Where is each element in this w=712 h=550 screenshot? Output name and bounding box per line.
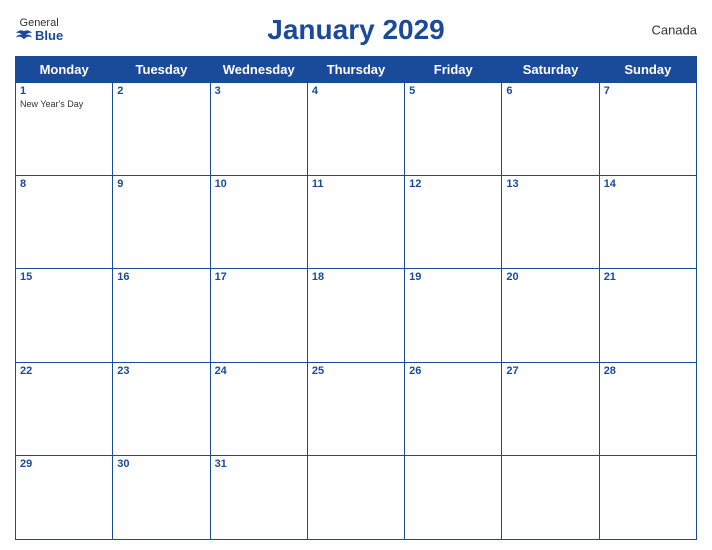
calendar-cell-23: 23	[113, 362, 210, 455]
calendar-cell-3: 3	[210, 83, 307, 176]
day-number: 6	[506, 85, 594, 97]
calendar-cell-22: 22	[16, 362, 113, 455]
day-number: 16	[117, 271, 205, 283]
page-header: General Blue January 2029 Canada	[15, 10, 697, 50]
calendar-cell-34	[502, 455, 599, 539]
logo-bird-icon	[15, 29, 33, 43]
calendar-cell-6: 6	[502, 83, 599, 176]
day-number: 27	[506, 365, 594, 377]
week-row-5: 29 30 31	[16, 455, 697, 539]
weekday-header-row: MondayTuesdayWednesdayThursdayFridaySatu…	[16, 57, 697, 83]
day-number: 18	[312, 271, 400, 283]
day-number: 13	[506, 178, 594, 190]
calendar-cell-33	[405, 455, 502, 539]
week-row-4: 22 23 24 25 26 27 28	[16, 362, 697, 455]
logo-blue-text: Blue	[15, 29, 63, 43]
day-number: 15	[20, 271, 108, 283]
calendar-cell-25: 25	[307, 362, 404, 455]
calendar-cell-20: 20	[502, 269, 599, 362]
week-row-1: 1 New Year's Day 234567	[16, 83, 697, 176]
calendar-cell-18: 18	[307, 269, 404, 362]
calendar-cell-24: 24	[210, 362, 307, 455]
calendar-page: General Blue January 2029 Canada MondayT…	[0, 0, 712, 550]
day-number: 30	[117, 458, 205, 470]
day-number: 22	[20, 365, 108, 377]
calendar-cell-17: 17	[210, 269, 307, 362]
day-number: 29	[20, 458, 108, 470]
calendar-cell-10: 10	[210, 176, 307, 269]
day-number: 11	[312, 178, 400, 190]
calendar-cell-15: 15	[16, 269, 113, 362]
day-number: 26	[409, 365, 497, 377]
holiday-label: New Year's Day	[20, 99, 108, 110]
day-number: 5	[409, 85, 497, 97]
weekday-header-tuesday: Tuesday	[113, 57, 210, 83]
calendar-cell-8: 8	[16, 176, 113, 269]
day-number: 28	[604, 365, 692, 377]
calendar-cell-30: 30	[113, 455, 210, 539]
week-row-2: 89 10 11 12 13 14	[16, 176, 697, 269]
day-number: 10	[215, 178, 303, 190]
weekday-header-sunday: Sunday	[599, 57, 696, 83]
calendar-cell-9: 9	[113, 176, 210, 269]
weekday-header-friday: Friday	[405, 57, 502, 83]
calendar-cell-26: 26	[405, 362, 502, 455]
calendar-table: MondayTuesdayWednesdayThursdayFridaySatu…	[15, 56, 697, 540]
day-number: 14	[604, 178, 692, 190]
day-number: 1	[20, 85, 108, 97]
calendar-cell-13: 13	[502, 176, 599, 269]
calendar-cell-35	[599, 455, 696, 539]
generalblue-logo: General Blue	[15, 17, 63, 43]
day-number: 19	[409, 271, 497, 283]
calendar-cell-31: 31	[210, 455, 307, 539]
day-number: 31	[215, 458, 303, 470]
calendar-cell-21: 21	[599, 269, 696, 362]
country-label: Canada	[651, 23, 697, 38]
week-row-3: 15 16 17 18 19 20 21	[16, 269, 697, 362]
calendar-cell-2: 2	[113, 83, 210, 176]
calendar-cell-12: 12	[405, 176, 502, 269]
weekday-header-saturday: Saturday	[502, 57, 599, 83]
weekday-header-thursday: Thursday	[307, 57, 404, 83]
day-number: 17	[215, 271, 303, 283]
calendar-cell-19: 19	[405, 269, 502, 362]
day-number: 9	[117, 178, 205, 190]
day-number: 25	[312, 365, 400, 377]
day-number: 7	[604, 85, 692, 97]
day-number: 23	[117, 365, 205, 377]
weekday-header-monday: Monday	[16, 57, 113, 83]
day-number: 12	[409, 178, 497, 190]
day-number: 24	[215, 365, 303, 377]
calendar-cell-1: 1 New Year's Day	[16, 83, 113, 176]
calendar-cell-32	[307, 455, 404, 539]
day-number: 8	[20, 178, 108, 190]
calendar-cell-27: 27	[502, 362, 599, 455]
day-number: 21	[604, 271, 692, 283]
page-title: January 2029	[267, 14, 444, 46]
calendar-cell-4: 4	[307, 83, 404, 176]
day-number: 20	[506, 271, 594, 283]
calendar-cell-5: 5	[405, 83, 502, 176]
calendar-cell-16: 16	[113, 269, 210, 362]
weekday-header-wednesday: Wednesday	[210, 57, 307, 83]
calendar-cell-11: 11	[307, 176, 404, 269]
calendar-cell-7: 7	[599, 83, 696, 176]
day-number: 4	[312, 85, 400, 97]
calendar-cell-14: 14	[599, 176, 696, 269]
day-number: 2	[117, 85, 205, 97]
calendar-cell-29: 29	[16, 455, 113, 539]
day-number: 3	[215, 85, 303, 97]
calendar-cell-28: 28	[599, 362, 696, 455]
